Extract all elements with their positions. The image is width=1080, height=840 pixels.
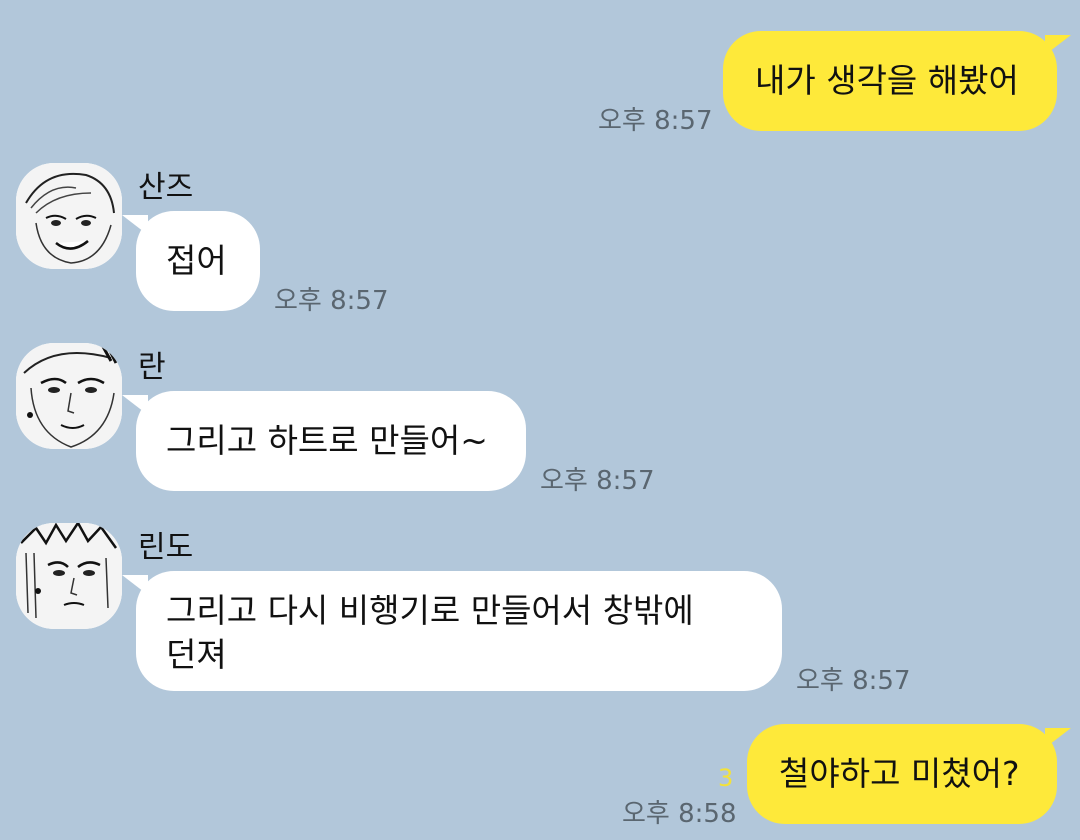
their-message-bubble[interactable]: 그리고 다시 비행기로 만들어서 창밖에 던져	[122, 571, 782, 691]
message-text: 철야하고 미쳤어?	[779, 754, 1020, 793]
message-text: 그리고 하트로 만들어~	[166, 421, 488, 460]
message-timestamp: 오후 8:57	[796, 666, 911, 696]
message-timestamp: 오후 8:57	[598, 106, 713, 136]
manga-sketch-avatar-icon	[16, 343, 122, 449]
profile-avatar-sanzu[interactable]	[16, 163, 122, 269]
manga-sketch-avatar-icon	[16, 523, 122, 629]
message-text-line: 던져	[166, 635, 227, 674]
message-timestamp: 오후 8:58	[622, 799, 737, 829]
my-message-bubble[interactable]: 철야하고 미쳤어?	[747, 724, 1071, 824]
their-message-bubble[interactable]: 접어	[122, 211, 260, 311]
sender-name: 산즈	[138, 170, 194, 205]
unread-count-badge: 3	[718, 764, 734, 792]
message-text: 접어	[166, 241, 227, 280]
my-message-bubble[interactable]: 내가 생각을 해봤어	[723, 31, 1071, 131]
profile-avatar-rindo[interactable]	[16, 523, 122, 629]
message-timestamp: 오후 8:57	[540, 466, 655, 496]
sender-name: 란	[138, 350, 166, 385]
message-text: 내가 생각을 해봤어	[755, 61, 1019, 100]
profile-avatar-ran[interactable]	[16, 343, 122, 449]
message-text-line: 그리고 다시 비행기로 만들어서 창밖에	[166, 591, 694, 630]
sender-name: 린도	[138, 530, 194, 565]
manga-sketch-avatar-icon	[16, 163, 122, 269]
their-message-bubble[interactable]: 그리고 하트로 만들어~	[122, 391, 526, 491]
message-timestamp: 오후 8:57	[274, 286, 389, 316]
